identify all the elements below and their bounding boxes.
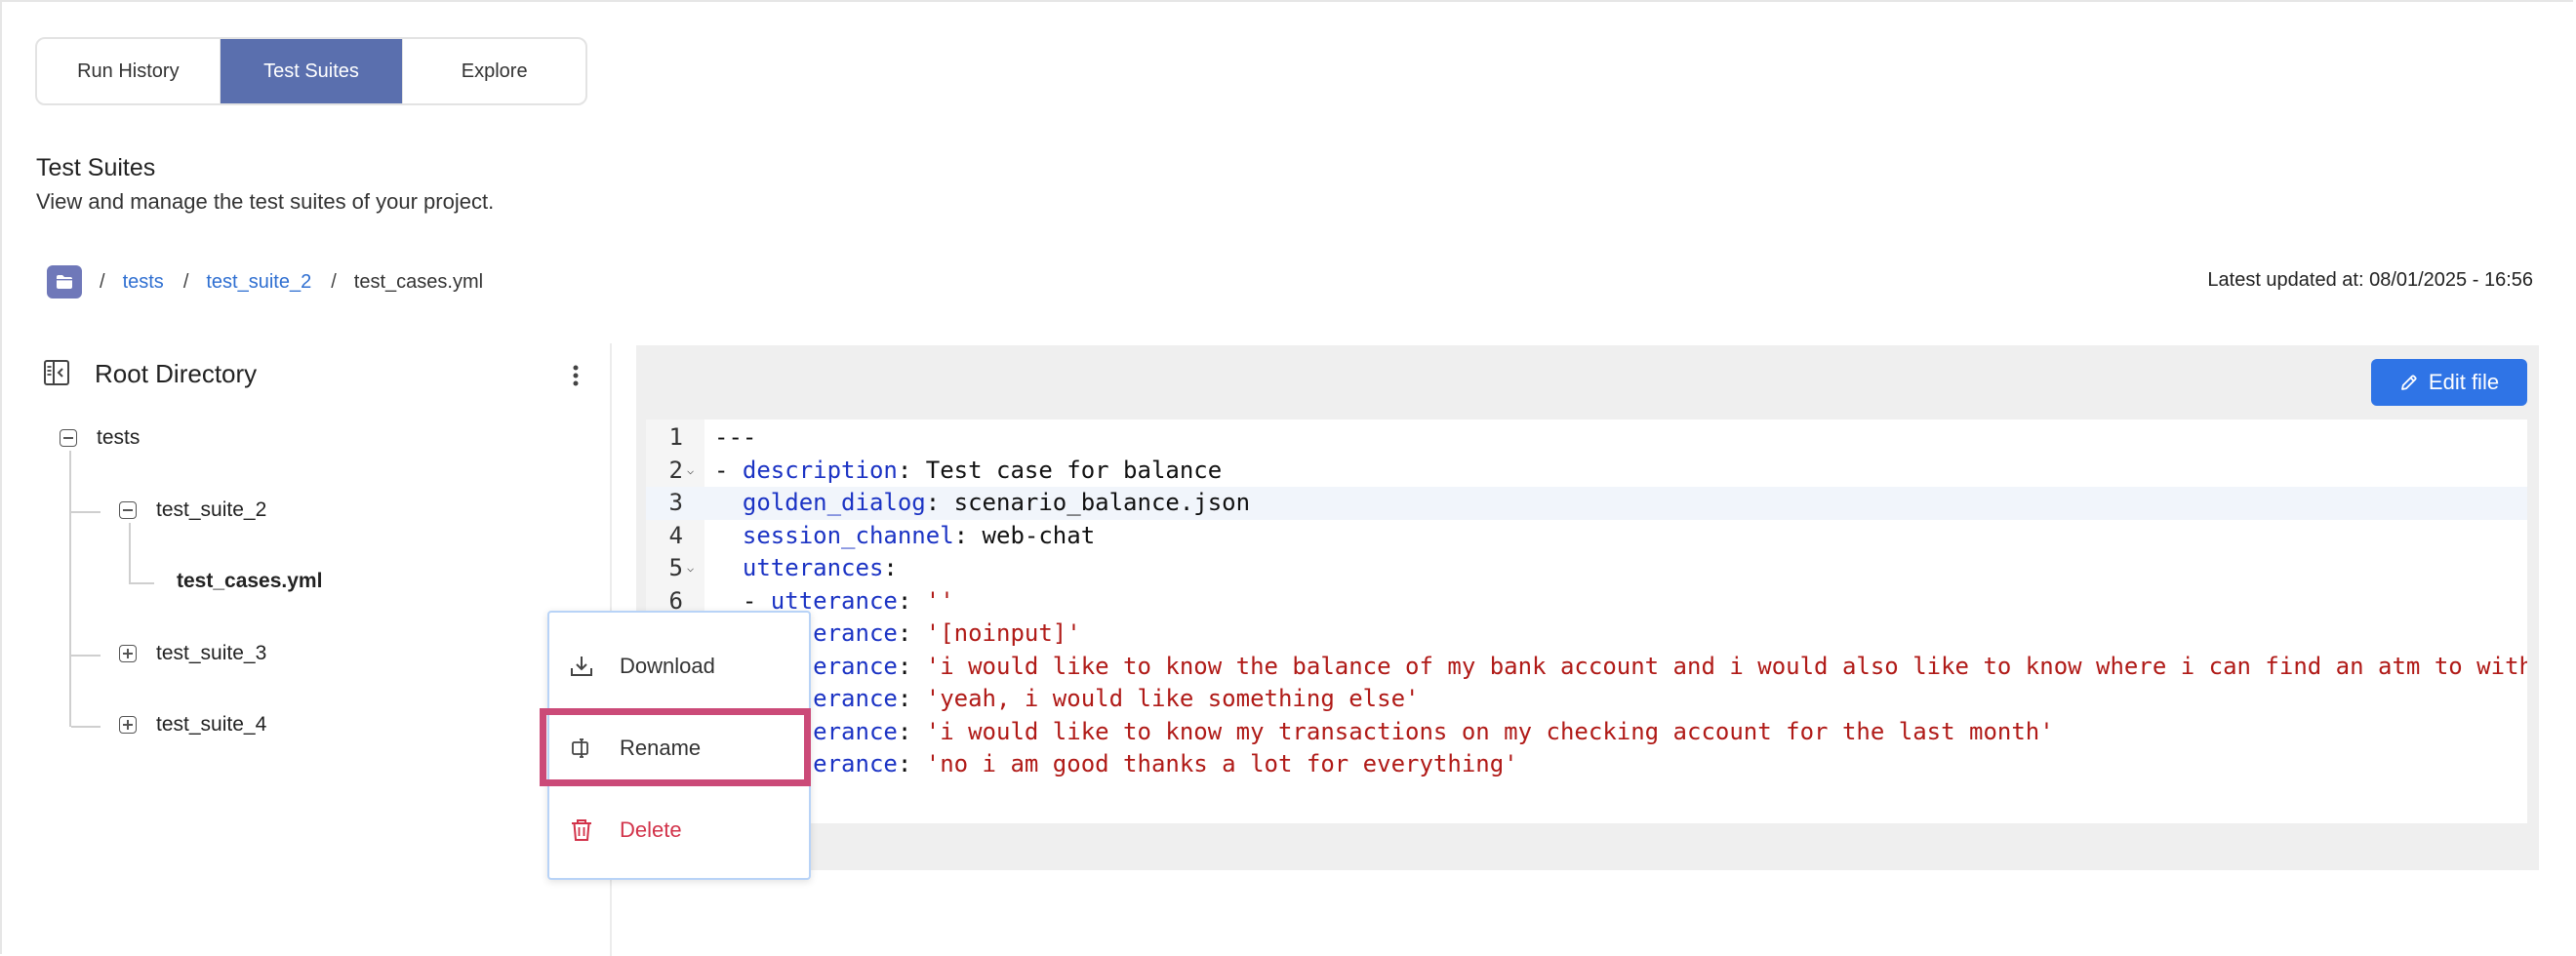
menu-item-label: Delete [620, 817, 682, 842]
code-line[interactable]: 9 - utterance: 'yeah, i would like somet… [646, 683, 2527, 716]
tree-node-label: tests [97, 426, 141, 449]
expand-icon[interactable] [119, 645, 137, 662]
code-editor[interactable]: 1 --- 2 ⌵ - description: Test case for balan… [646, 419, 2527, 823]
edit-file-label: Edit file [2428, 370, 2500, 394]
code-line[interactable]: 11 - utterance: 'no i am good thanks a l… [646, 748, 2527, 781]
edit-file-button[interactable]: Edit file [2371, 359, 2527, 406]
fold-chevron-icon[interactable]: ⌵ [687, 455, 694, 488]
breadcrumb-item-test-suite-2[interactable]: test_suite_2 [206, 271, 311, 294]
menu-item-rename[interactable]: Rename [549, 724, 809, 773]
sidebar-collapse-icon[interactable] [43, 359, 70, 391]
tree-node-test-suite-3[interactable]: test_suite_3 [119, 642, 266, 665]
code-line[interactable]: 2 ⌵ - description: Test case for balance [646, 455, 2527, 488]
download-icon [569, 654, 594, 685]
breadcrumb-separator: / [182, 270, 189, 293]
code-text: - utterance: 'i would like to know my tr… [743, 717, 2054, 745]
context-menu: Download Rename Delete [547, 611, 811, 880]
code-text: golden_dialog: scenario_balance.json [742, 489, 1251, 516]
tree-node-label: test_cases.yml [177, 570, 323, 592]
code-text: - utterance: 'no i am good thanks a lot … [743, 750, 1518, 777]
code-line[interactable]: 7 - utterance: '[noinput]' [646, 617, 2527, 651]
menu-item-delete[interactable]: Delete [549, 806, 809, 855]
tab-test-suites[interactable]: Test Suites [220, 39, 404, 103]
tree-connector [129, 582, 154, 584]
line-number: 1 [668, 423, 683, 451]
folder-icon [57, 275, 72, 289]
line-number: 5 [668, 554, 683, 581]
code-text: session_channel: web-chat [742, 521, 1096, 549]
tab-explore[interactable]: Explore [403, 39, 585, 103]
code-text: - utterance: 'yeah, i would like somethi… [743, 685, 1420, 712]
code-text: - utterance: 'i would like to know the b… [743, 652, 2527, 680]
last-updated-text: Latest updated at: 08/01/2025 - 16:56 [2207, 269, 2533, 291]
tree-node-test-suite-4[interactable]: test_suite_4 [119, 713, 266, 737]
code-line[interactable]: 4 session_channel: web-chat [646, 520, 2527, 553]
breadcrumb-home[interactable] [47, 265, 82, 299]
collapse-icon[interactable] [60, 429, 77, 447]
breadcrumb-item-current: test_cases.yml [353, 270, 484, 293]
tab-run-history[interactable]: Run History [37, 39, 221, 103]
tree-connector [71, 655, 101, 657]
code-line[interactable]: 10 - utterance: 'i would like to know my… [646, 716, 2527, 749]
tree-connector [129, 523, 131, 583]
code-text: --- [714, 423, 757, 451]
menu-item-label: Rename [620, 736, 702, 760]
tree-connector [69, 451, 71, 727]
tree-connector [71, 511, 101, 513]
pencil-icon [2401, 375, 2417, 390]
tree-root-title: Root Directory [95, 359, 258, 388]
tree-node-test-cases-file[interactable]: test_cases.yml [177, 570, 322, 593]
code-line[interactable]: 5 ⌵ utterances: [646, 552, 2527, 585]
code-text: utterances: [742, 554, 898, 581]
tree-header: Root Directory [43, 355, 589, 394]
breadcrumb-separator: / [331, 270, 337, 293]
view-tabs: Run History Test Suites Explore [35, 37, 587, 105]
rename-icon [569, 736, 594, 767]
page-title: Test Suites [36, 154, 156, 181]
code-line[interactable]: 1 --- [646, 421, 2527, 455]
menu-item-download[interactable]: Download [549, 642, 809, 691]
tree-connector [71, 726, 101, 728]
line-number: 4 [668, 521, 683, 549]
code-text: - description: Test case for balance [714, 456, 1223, 484]
expand-icon[interactable] [119, 716, 137, 734]
tree-node-label: test_suite_4 [156, 713, 267, 736]
code-line[interactable]: 3 golden_dialog: scenario_balance.json [646, 487, 2527, 520]
more-options-icon[interactable] [570, 361, 582, 390]
trash-icon [569, 817, 594, 849]
code-line[interactable]: 6 - utterance: '' [646, 585, 2527, 618]
line-number: 3 [668, 489, 683, 516]
tree-node-label: test_suite_2 [156, 498, 267, 521]
tree-node-tests[interactable]: tests [60, 426, 140, 450]
fold-chevron-icon[interactable]: ⌵ [687, 552, 694, 585]
line-number: 2 [668, 456, 683, 484]
breadcrumb-item-tests[interactable]: tests [123, 271, 164, 294]
collapse-icon[interactable] [119, 501, 137, 519]
tree-node-test-suite-2[interactable]: test_suite_2 [119, 498, 266, 522]
page-subtitle: View and manage the test suites of your … [36, 189, 495, 214]
tree-node-label: test_suite_3 [156, 642, 267, 664]
code-line[interactable]: 8 - utterance: 'i would like to know the… [646, 651, 2527, 684]
breadcrumb-separator: / [100, 270, 105, 293]
menu-item-label: Download [620, 654, 715, 678]
breadcrumb: / tests / test_suite_2 / test_cases.yml [47, 265, 483, 299]
